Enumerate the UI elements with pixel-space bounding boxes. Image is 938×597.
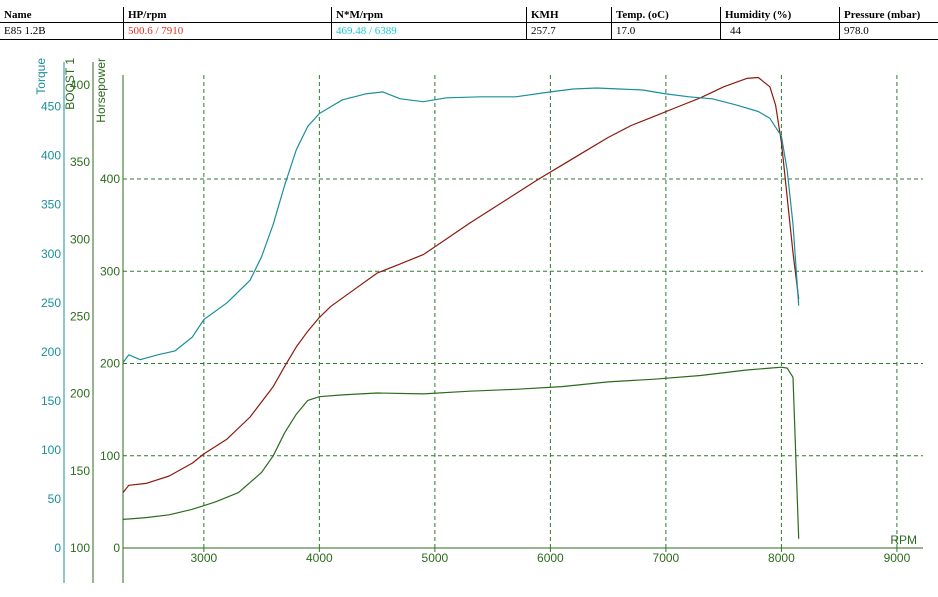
x-tick-label: 8000 <box>768 551 795 565</box>
x-tick-label: 5000 <box>422 551 449 565</box>
boost-tick-label: 350 <box>70 155 90 169</box>
hp-tick-label: 100 <box>100 449 120 463</box>
x-axis-title: RPM <box>890 533 917 547</box>
x-tick-label: 3000 <box>191 551 218 565</box>
torque-tick-label: 100 <box>41 443 61 457</box>
torque-tick-label: 450 <box>41 100 61 114</box>
boost-tick-label: 250 <box>70 310 90 324</box>
torque-tick-label: 0 <box>54 541 61 555</box>
torque-tick-label: 150 <box>41 394 61 408</box>
chart-series <box>122 76 800 539</box>
torque-tick-label: 300 <box>41 247 61 261</box>
torque-tick-label: 400 <box>41 149 61 163</box>
hp-tick-label: 200 <box>100 357 120 371</box>
chart-axes <box>63 62 923 583</box>
torque-tick-label: 200 <box>41 345 61 359</box>
series-line-0 <box>122 76 800 493</box>
torque-tick-label: 350 <box>41 198 61 212</box>
boost-tick-label: 300 <box>70 232 90 246</box>
chart-grid <box>123 75 923 548</box>
series-line-2 <box>122 366 800 539</box>
boost-tick-label: 200 <box>70 387 90 401</box>
x-tick-label: 7000 <box>653 551 680 565</box>
torque-axis-title: Torque <box>34 58 48 95</box>
x-tick-label: 6000 <box>537 551 564 565</box>
hp-tick-label: 0 <box>113 541 120 555</box>
boost-axis-title: BOOST 1 <box>63 58 77 110</box>
chart-labels: 3000 4000 5000 6000 7000 8000 9000010020030040… <box>34 58 917 565</box>
hp-axis-title: Horsepower <box>94 58 108 123</box>
series-line-1 <box>122 87 800 363</box>
x-tick-label: 9000 <box>884 551 911 565</box>
dyno-chart: 3000 4000 5000 6000 7000 8000 9000010020030040… <box>34 58 923 583</box>
hp-tick-label: 300 <box>100 264 120 278</box>
torque-tick-label: 250 <box>41 296 61 310</box>
torque-tick-label: 50 <box>48 492 62 506</box>
x-tick-label: 4000 <box>306 551 333 565</box>
boost-tick-label: 150 <box>70 464 90 478</box>
boost-tick-label: 100 <box>70 541 90 555</box>
hp-tick-label: 400 <box>100 172 120 186</box>
